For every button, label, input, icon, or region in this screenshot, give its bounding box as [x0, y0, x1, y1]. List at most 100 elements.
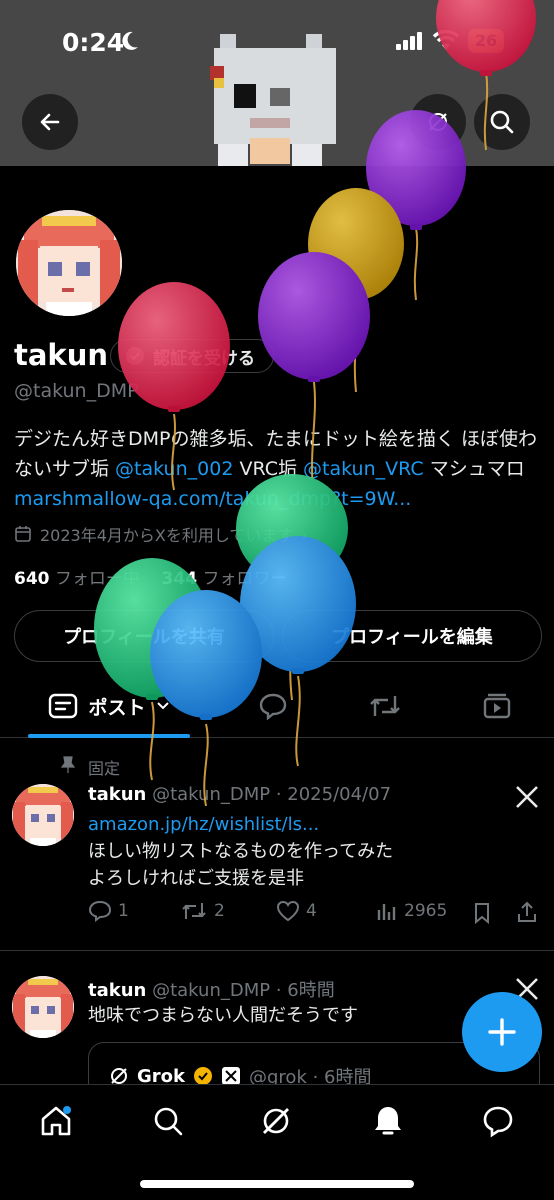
bio-mention-link[interactable]: @takun_002: [115, 458, 233, 480]
plus-icon: [488, 1018, 516, 1046]
like-icon: [276, 900, 300, 922]
get-verified-label: 認証を受ける: [153, 348, 255, 369]
post-divider: [0, 950, 554, 951]
back-arrow-icon: [40, 113, 60, 131]
status-bar: 0:24 26: [0, 0, 554, 86]
post-body: amazon.jp/hz/wishlist/ls... ほしい物リストなるものを…: [88, 811, 528, 892]
tab-reposts[interactable]: [350, 676, 420, 736]
grok-icon: [111, 1068, 127, 1084]
post-text-line: ほしい物リストなるものを作ってみた: [88, 841, 394, 862]
home-indicator: [140, 1180, 414, 1188]
pinned-label: 固定: [88, 759, 121, 778]
like-count: 4: [306, 901, 317, 921]
views-icon: [377, 904, 396, 920]
grok-button[interactable]: [410, 94, 466, 150]
gold-verified-icon: [194, 1067, 212, 1085]
home-icon: [41, 1106, 71, 1136]
post-avatar[interactable]: [12, 976, 74, 1038]
pin-icon: [60, 756, 76, 773]
compose-post-button[interactable]: [462, 992, 542, 1072]
bookmark-icon[interactable]: [472, 902, 492, 924]
chevron-right-icon: ›: [301, 524, 308, 544]
balloon: [308, 188, 404, 300]
wifi-icon: [432, 30, 460, 50]
moon-icon: [122, 31, 138, 50]
post-header: takun @takun_DMP · 6時間: [88, 976, 335, 1002]
share-profile-button[interactable]: プロフィールを共有: [14, 610, 274, 662]
joined-date: 2023年4月からXを利用しています ›: [14, 522, 308, 546]
nav-grok[interactable]: [256, 1101, 296, 1141]
search-icon: [490, 110, 514, 134]
replies-tab-icon: [259, 693, 287, 720]
notifications-icon: [375, 1107, 401, 1135]
following-link[interactable]: 640 フォロー中: [14, 569, 140, 589]
repost-icon: [182, 903, 206, 919]
pixel-girl-avatar: [12, 784, 74, 846]
post-author-meta: @takun_DMP · 6時間: [152, 980, 335, 1001]
post-author-name[interactable]: takun: [88, 784, 146, 805]
post-text-line: よろしければご支援を是非: [88, 868, 304, 889]
repost-count: 2: [214, 901, 225, 921]
tab-posts-label: ポスト: [88, 696, 146, 719]
tab-media[interactable]: [462, 676, 532, 736]
tab-replies[interactable]: [238, 676, 308, 736]
nav-messages[interactable]: [478, 1101, 518, 1141]
calendar-icon: [15, 526, 31, 542]
following-label: フォロー中: [54, 569, 140, 589]
post-author-name[interactable]: takun: [88, 980, 146, 1001]
x-logo-icon: [516, 786, 538, 808]
explore-icon: [154, 1107, 183, 1136]
get-verified-button[interactable]: 認証を受ける: [110, 339, 274, 373]
pinned-post[interactable]: 固定 takun @takun_DMP · 2025/04/07 amazon.…: [0, 744, 554, 952]
followers-label: フォロワー: [202, 569, 288, 589]
pixel-girl-avatar: [12, 976, 74, 1038]
profile-name: takun: [14, 338, 109, 372]
view-count: 2965: [404, 901, 448, 921]
nav-home[interactable]: [36, 1101, 76, 1141]
reply-count: 1: [118, 901, 129, 921]
profile-bio: デジたん好きDMPの雑多垢、たまにドット絵を描く ほぼ使わないサブ垢 @taku…: [14, 424, 538, 514]
like-button[interactable]: 4: [276, 900, 317, 922]
balloon: [258, 252, 370, 380]
media-tab-icon: [483, 693, 511, 719]
chevron-down-icon: [156, 702, 169, 710]
reposts-tab-icon: [370, 696, 400, 716]
joined-text: 2023年4月からXを利用しています: [40, 526, 294, 545]
post-header: takun @takun_DMP · 2025/04/07: [88, 784, 391, 805]
bio-text: マシュマロ: [423, 458, 525, 480]
post-author-meta: @takun_DMP · 2025/04/07: [152, 784, 392, 805]
nav-notifications[interactable]: [368, 1101, 408, 1141]
signal-icon: [396, 32, 422, 50]
pixel-girl-avatar: [16, 210, 122, 316]
search-button[interactable]: [474, 94, 530, 150]
back-button[interactable]: [22, 94, 78, 150]
follow-stats: 640 フォロー中 344 フォロワー: [14, 564, 287, 589]
followers-count: 344: [161, 569, 198, 589]
posts-tab-icon: [49, 693, 78, 719]
repost-button[interactable]: 2: [180, 900, 225, 922]
reply-icon: [88, 900, 112, 922]
battery-indicator: 26: [468, 29, 504, 53]
following-count: 640: [14, 569, 50, 589]
views-button[interactable]: 2965: [376, 900, 447, 922]
followers-link[interactable]: 344 フォロワー: [162, 569, 288, 589]
messages-icon: [483, 1106, 513, 1138]
bio-mention-link[interactable]: @takun_VRC: [303, 458, 424, 480]
profile-tabs: ポスト: [0, 676, 554, 738]
nav-explore[interactable]: [148, 1101, 188, 1141]
post-avatar[interactable]: [12, 784, 74, 846]
post-link[interactable]: amazon.jp/hz/wishlist/ls...: [88, 811, 528, 838]
edit-profile-button[interactable]: プロフィールを編集: [282, 610, 542, 662]
profile-handle: @takun_DMP: [14, 380, 139, 402]
x-affiliate-icon: [222, 1067, 240, 1085]
active-tab-indicator: [28, 734, 190, 738]
reply-button[interactable]: 1: [88, 900, 129, 922]
bio-url-link[interactable]: marshmallow-qa.com/takun_dmp?t=9W...: [14, 488, 411, 510]
bio-text: VRC垢: [233, 458, 304, 480]
tab-posts[interactable]: ポスト: [28, 676, 190, 736]
profile-avatar[interactable]: [12, 206, 126, 320]
share-icon[interactable]: [516, 900, 538, 924]
grok-icon: [429, 113, 447, 131]
grok-icon: [263, 1108, 289, 1134]
verified-badge-icon: [126, 347, 144, 365]
